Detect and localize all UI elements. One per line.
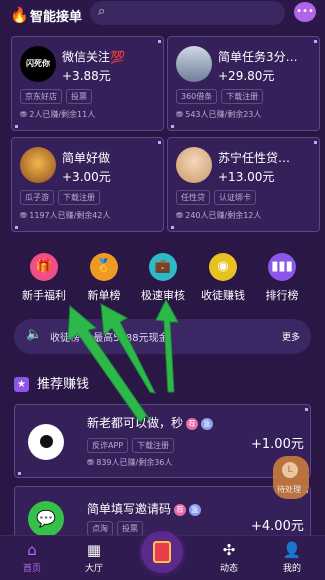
task-price: +29.80元 — [218, 69, 275, 83]
corner-dot — [314, 141, 317, 144]
avatar — [176, 147, 212, 183]
corner-dot — [15, 125, 18, 128]
task-card[interactable]: 简单好做 +3.00元 瓜子游 下载注册 ⛃ 1197人已赚/剩余42人 — [11, 137, 164, 232]
task-tag: 下载注册 — [58, 190, 100, 205]
ticker-text: 收徒榜 金最高5688元现金 — [50, 333, 169, 344]
task-tag: 下载注册 — [132, 438, 175, 453]
ranking-icon: ▮▮▮ — [268, 253, 296, 281]
task-price: +13.00元 — [218, 170, 275, 184]
task-name: 简单任务3分… — [218, 50, 298, 64]
corner-dot — [305, 408, 308, 411]
user-icon: 👤 — [282, 541, 302, 559]
wechat-icon: 💬 — [28, 501, 64, 537]
red-envelope-button[interactable] — [138, 528, 186, 576]
medal-icon: 🏅 — [90, 253, 118, 281]
pending-label: 待处理 — [277, 485, 301, 494]
shortcut-fast-review[interactable]: 💼 极速审核 — [133, 253, 193, 303]
task-price: +3.88元 — [62, 69, 111, 83]
task-tag: 点淘 — [87, 521, 113, 536]
recommended-price: +1.00元 — [251, 437, 304, 452]
app-title: 智能接单 — [30, 10, 83, 25]
nav-label: 首页 — [22, 564, 41, 574]
recommended-item[interactable]: 新老都可以做，秒荐急 反诈APP 下载注册 ⛃ 839人已赚/剩余36人 +1.0… — [14, 404, 311, 478]
task-tag: 瓜子游 — [20, 190, 54, 205]
speaker-icon: 🔈 — [26, 327, 43, 342]
shortcut-label: 排行榜 — [265, 289, 299, 302]
nav-label: 动态 — [219, 564, 238, 574]
task-tag: 反诈APP — [87, 438, 129, 453]
corner-dot — [171, 125, 174, 128]
nav-item-mine[interactable]: 👤 我的 — [272, 540, 312, 574]
shortcut-label: 新手福利 — [22, 289, 66, 302]
task-card[interactable]: 简单任务3分… +29.80元 360借条 下载注册 ⛃ 543人已赚/剩余23人 — [167, 36, 320, 131]
task-tag: 下载注册 — [221, 89, 264, 104]
search-input[interactable]: ⌕ — [90, 1, 285, 25]
avatar: 闪死你 — [20, 46, 56, 82]
recommended-name: 新老都可以做，秒荐急 — [87, 414, 214, 431]
section-title: ★ 推荐赚钱 — [14, 373, 89, 392]
shortcut-new-order-rank[interactable]: 🏅 新单榜 — [74, 253, 134, 303]
star-icon: ★ — [14, 377, 29, 392]
task-tag: 投票 — [66, 89, 92, 104]
corner-dot — [158, 40, 161, 43]
clock-icon: L — [282, 462, 298, 478]
corner-dot — [18, 472, 21, 475]
recommended-name: 简单填写邀请码荐急 — [87, 500, 202, 517]
more-link[interactable]: 更多 — [282, 330, 300, 343]
pending-float-button[interactable]: L 待处理 — [273, 456, 309, 499]
task-price: +3.00元 — [62, 170, 111, 184]
task-name: 微信关注💯 — [62, 50, 125, 64]
corner-dot — [314, 40, 317, 43]
task-stat: ⛃ 839人已赚/剩余36人 — [87, 458, 173, 467]
nav-label: 大厅 — [84, 564, 103, 574]
task-tag: 360借条 — [176, 89, 218, 104]
task-stat: ⛃ 1197人已赚/剩余42人 — [20, 211, 111, 220]
avatar — [28, 424, 64, 460]
recommended-price: +4.00元 — [251, 519, 304, 534]
avatar — [20, 147, 56, 183]
nav-label: 我的 — [282, 564, 301, 574]
chat-icon[interactable]: ••• — [294, 2, 316, 22]
shortcut-label: 极速审核 — [141, 289, 185, 302]
corner-dot — [15, 226, 18, 229]
shortcut-ranking[interactable]: ▮▮▮ 排行榜 — [252, 253, 312, 303]
task-name: 简单好做 — [62, 151, 111, 165]
nav-item-lobby[interactable]: ▦ 大厅 — [74, 540, 114, 574]
grid-icon: ▦ — [86, 541, 102, 559]
task-card[interactable]: 闪死你 微信关注💯 +3.88元 京东好店 投票 ⛃ 2人已赚/剩余11人 — [11, 36, 164, 131]
task-stat: ⛃ 543人已赚/剩余23人 — [176, 110, 262, 119]
shortcut-label: 新单榜 — [87, 289, 121, 302]
nav-item-activity[interactable]: ✣ 动态 — [209, 540, 249, 574]
corner-dot — [158, 141, 161, 144]
shortcut-newbie-bonus[interactable]: 🎁 新手福利 — [14, 253, 74, 303]
coin-icon: ◉ — [209, 253, 237, 281]
avatar — [176, 46, 212, 82]
announcement-ticker[interactable]: 🔈 收徒榜 金最高5688元现金 更多 — [14, 319, 311, 354]
task-stat: ⛃ 2人已赚/剩余11人 — [20, 110, 96, 119]
task-tag: 认证绑卡 — [214, 190, 256, 205]
nav-item-home[interactable]: ⌂ 首页 — [12, 540, 52, 574]
task-stat: ⛃ 240人已赚/剩余12人 — [176, 211, 262, 220]
shortcut-label: 收徒赚钱 — [201, 289, 245, 302]
home-icon: ⌂ — [27, 541, 37, 559]
corner-dot — [171, 226, 174, 229]
task-card[interactable]: 苏宁任性贷… +13.00元 任性贷 认证绑卡 ⛃ 240人已赚/剩余12人 — [167, 137, 320, 232]
search-icon: ⌕ — [98, 4, 106, 19]
task-tag: 任性贷 — [176, 190, 210, 205]
task-name: 苏宁任性贷… — [218, 151, 291, 165]
red-envelope-icon — [153, 541, 171, 563]
shortcut-recruit-earn[interactable]: ◉ 收徒赚钱 — [193, 253, 253, 303]
pinwheel-icon: ✣ — [222, 541, 236, 559]
flame-icon: 🔥 — [10, 6, 29, 24]
gift-icon: 🎁 — [30, 253, 58, 281]
task-tag: 投票 — [117, 521, 143, 536]
briefcase-icon: 💼 — [149, 253, 177, 281]
header: 🔥 智能接单 ⌕ ••• — [0, 0, 325, 30]
task-tag: 京东好店 — [20, 89, 62, 104]
